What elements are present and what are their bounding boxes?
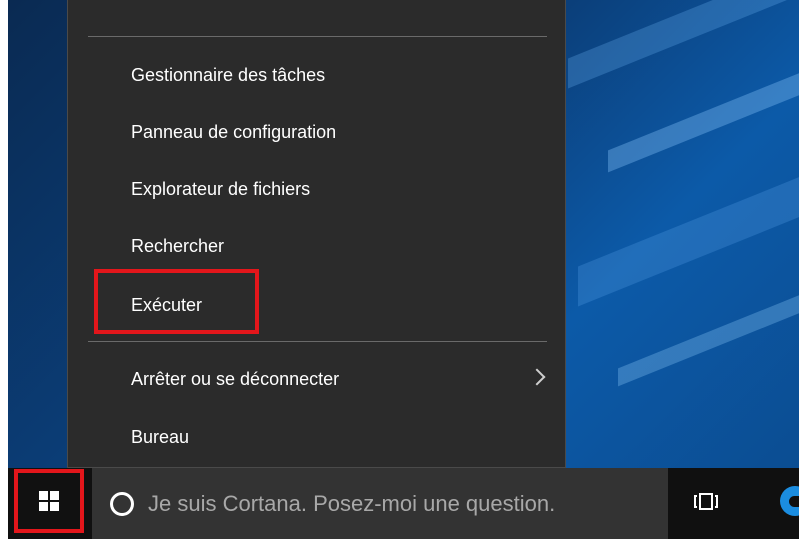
wallpaper-light-beam xyxy=(608,69,799,173)
menu-item-label: Arrêter ou se déconnecter xyxy=(131,368,340,389)
wallpaper-light-beam xyxy=(618,291,799,387)
menu-item-label: Panneau de configuration xyxy=(131,121,337,142)
menu-item-label: Rechercher xyxy=(131,235,225,256)
windows-logo-icon xyxy=(39,491,59,511)
menu-item-label: Explorateur de fichiers xyxy=(131,178,311,199)
menu-item-search[interactable]: Rechercher xyxy=(68,220,565,272)
wallpaper-light-beam xyxy=(578,173,799,307)
menu-item-control-panel[interactable]: Panneau de configuration xyxy=(68,106,565,158)
menu-item-shutdown-signout[interactable]: Arrêter ou se déconnecter xyxy=(68,353,565,405)
power-user-menu: Gestionnaire des tâches Panneau de confi… xyxy=(67,0,566,468)
menu-item-task-manager[interactable]: Gestionnaire des tâches xyxy=(68,49,565,101)
menu-item-file-explorer[interactable]: Explorateur de fichiers xyxy=(68,163,565,215)
cortana-search-box[interactable]: Je suis Cortana. Posez-moi une question. xyxy=(92,468,668,539)
chevron-right-icon xyxy=(528,368,546,386)
start-button[interactable] xyxy=(14,469,84,533)
cortana-icon xyxy=(110,491,134,516)
menu-separator xyxy=(88,341,547,342)
menu-item-desktop[interactable]: Bureau xyxy=(68,411,565,463)
menu-separator xyxy=(88,36,547,37)
menu-item-label: Gestionnaire des tâches xyxy=(131,64,326,85)
task-view-icon[interactable] xyxy=(692,490,720,512)
search-placeholder: Je suis Cortana. Posez-moi une question. xyxy=(148,490,556,516)
run-item-highlight-box xyxy=(94,269,259,334)
menu-item-label: Bureau xyxy=(131,426,190,447)
wallpaper-light-beam xyxy=(568,0,799,89)
